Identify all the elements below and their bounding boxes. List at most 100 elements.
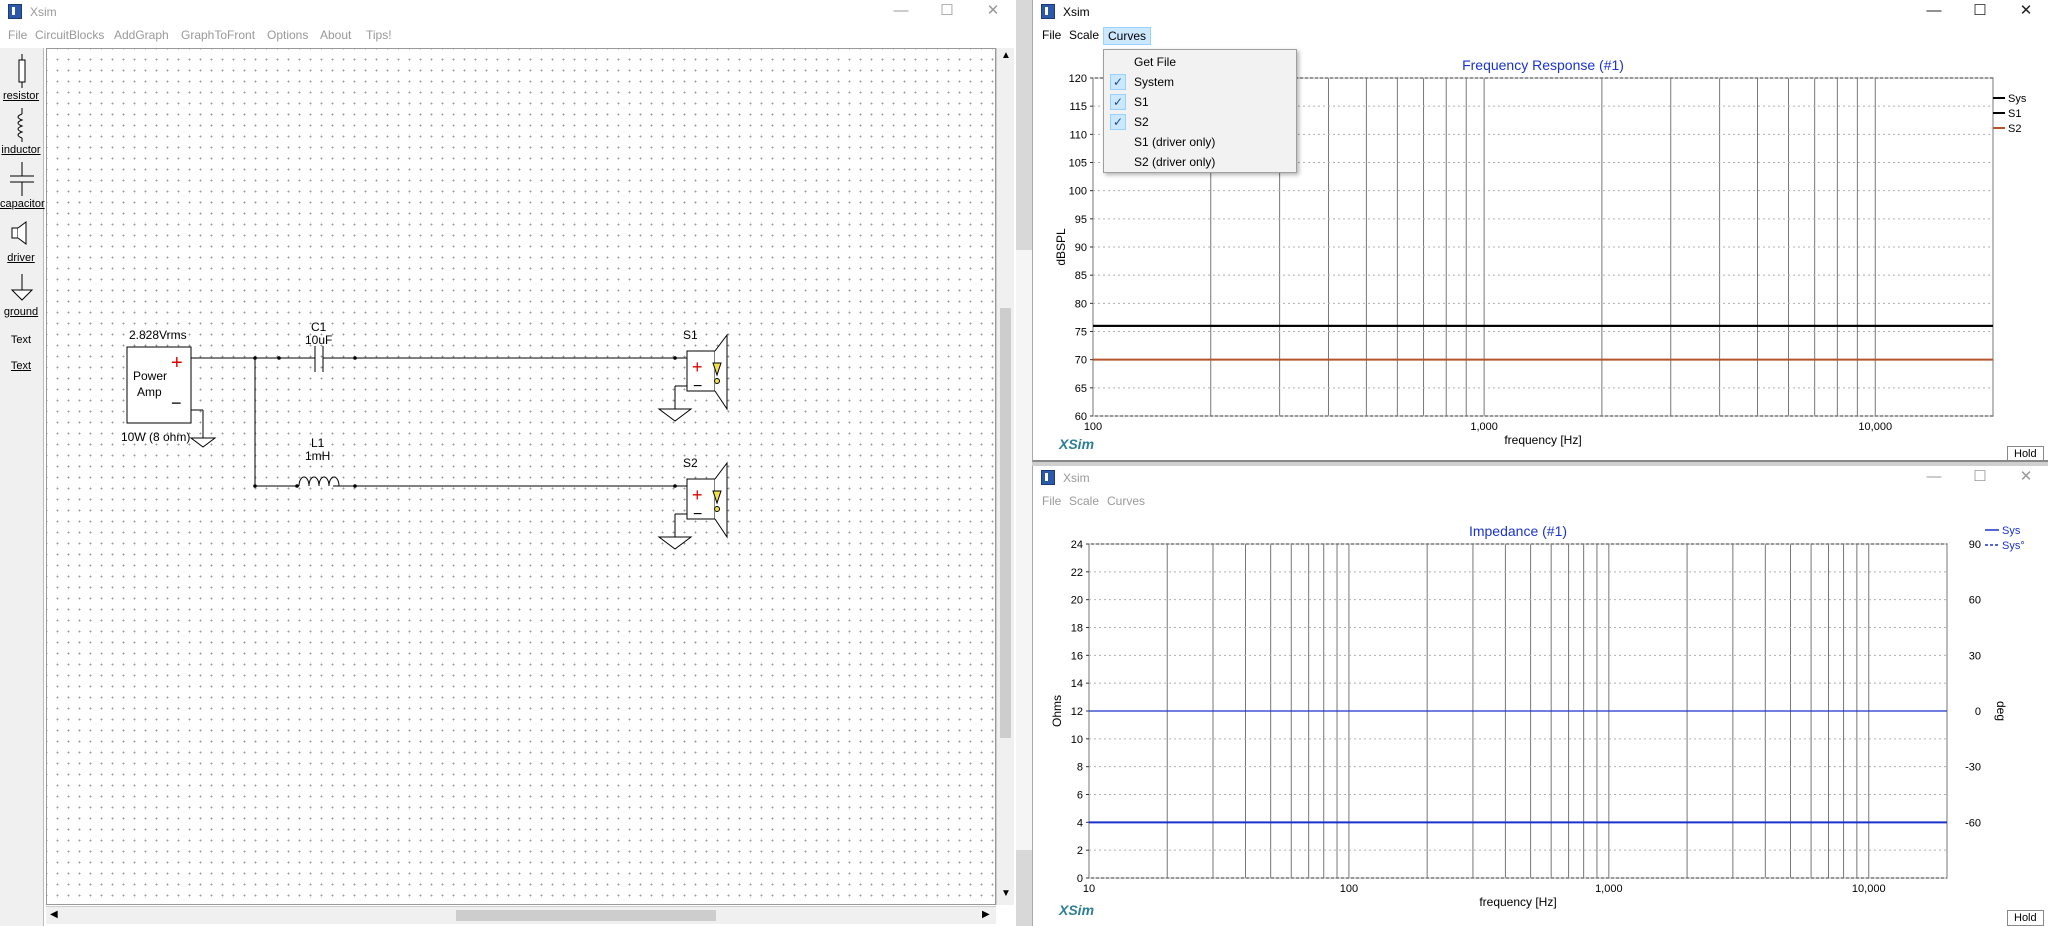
menu-item-label: Get File (1134, 55, 1177, 69)
amp-minus-sign: − (171, 393, 182, 413)
palette-capacitor[interactable]: capacitor (0, 160, 45, 212)
menu-curves[interactable]: Curves (1103, 493, 1149, 509)
y2-tick-label: -30 (1965, 762, 1981, 774)
s1-plus-sign: + (692, 357, 703, 377)
palette-text-tool[interactable]: Text (0, 334, 42, 346)
xsim-logo: XSim (1059, 902, 1095, 918)
c1-value: 10uF (305, 333, 332, 347)
maximize-icon[interactable]: ☐ (1957, 0, 2003, 24)
schematic-menubar: File CircuitBlocks AddGraph GraphToFront… (0, 24, 1016, 46)
menu-scale[interactable]: Scale (1065, 493, 1103, 509)
scroll-up-icon[interactable]: ▲ (1001, 50, 1011, 61)
menu-about[interactable]: About (316, 27, 355, 43)
menu-graphtofront[interactable]: GraphToFront (177, 27, 259, 43)
schematic-canvas[interactable]: 2.828Vrms Power Amp + − 10W (8 ohm) C1 1… (46, 48, 996, 905)
menu-file[interactable]: File (1038, 493, 1065, 509)
amp-name-line1: Power (133, 369, 167, 383)
close-icon[interactable]: ✕ (2003, 466, 2048, 490)
minimize-icon[interactable]: — (1911, 0, 1957, 24)
menu-item-label: S2 (1134, 115, 1149, 129)
x-tick-label: 10,000 (1858, 421, 1892, 433)
menu-options[interactable]: Options (263, 27, 312, 43)
background-window-strip (1016, 250, 1032, 850)
maximize-icon[interactable]: ☐ (924, 0, 970, 24)
menu-file[interactable]: File (4, 27, 31, 43)
palette-driver[interactable]: driver (0, 214, 44, 266)
close-icon[interactable]: ✕ (970, 0, 1016, 24)
hold-button[interactable]: Hold (2007, 446, 2044, 460)
menu-scale[interactable]: Scale (1065, 27, 1103, 43)
legend-label: Sys° (2002, 540, 2025, 552)
menu-item-label: S1 (driver only) (1134, 135, 1216, 149)
y-tick-label: 110 (1069, 129, 1087, 141)
schematic-hscrollbar[interactable]: ◀ ▶ (46, 906, 996, 924)
x-axis-label: frequency [Hz] (1479, 895, 1556, 909)
y2-tick-label: 0 (1975, 706, 1981, 718)
inductor-icon (17, 108, 24, 142)
menu-tips[interactable]: Tips! (362, 27, 396, 43)
scroll-right-icon[interactable]: ▶ (982, 909, 990, 920)
menu-item-system[interactable]: ✓ System (1104, 72, 1296, 92)
schematic-titlebar[interactable]: Xsim — ☐ ✕ (0, 0, 1016, 24)
palette-resistor[interactable]: resistor (0, 52, 44, 104)
menu-item-s2[interactable]: ✓ S2 (1104, 112, 1296, 132)
menu-item-label: S2 (driver only) (1134, 155, 1216, 169)
inductor-l1[interactable] (297, 476, 355, 487)
minimize-icon[interactable]: — (1911, 466, 1957, 490)
driver-icon (11, 221, 27, 245)
component-palette: resistor inductor capacitor driver groun… (0, 48, 45, 926)
y-tick-label: 70 (1075, 355, 1087, 367)
scroll-left-icon[interactable]: ◀ (50, 909, 58, 920)
y-tick-label: 75 (1075, 327, 1087, 339)
y-tick-label: 100 (1069, 186, 1087, 198)
window-title: Xsim (1063, 5, 1090, 19)
capacitor-c1[interactable] (279, 346, 355, 372)
y-tick-label: 115 (1069, 101, 1087, 113)
xsim-logo: XSim (1059, 436, 1095, 452)
palette-label-capacitor: capacitor (0, 198, 45, 210)
menu-item-label: System (1134, 75, 1175, 89)
freq-menubar: File Scale Curves (1033, 24, 2048, 46)
chart-title: Impedance (#1) (1469, 523, 1567, 539)
menu-curves[interactable]: Curves (1103, 27, 1152, 45)
app-icon (1041, 470, 1055, 485)
menu-item-s2-driver-only[interactable]: S2 (driver only) (1104, 152, 1296, 172)
y-tick-label: 85 (1075, 270, 1087, 282)
palette-inductor[interactable]: inductor (0, 106, 44, 158)
palette-label-resistor: resistor (2, 90, 40, 102)
menu-addgraph[interactable]: AddGraph (110, 27, 173, 43)
close-icon[interactable]: ✕ (2003, 0, 2048, 24)
scroll-down-icon[interactable]: ▼ (1001, 888, 1011, 899)
palette-text-tool-2[interactable]: Text (0, 360, 42, 372)
impedance-chart[interactable]: Impedance (#1)02468101214161820222410 100… (1033, 510, 2047, 924)
palette-label-ground: ground (3, 306, 39, 318)
maximize-icon[interactable]: ☐ (1957, 466, 2003, 490)
menu-item-s1[interactable]: ✓ S1 (1104, 92, 1296, 112)
menu-circuitblocks[interactable]: CircuitBlocks (31, 27, 108, 43)
frequency-response-window: Xsim — ☐ ✕ File Scale Curves Frequency R… (1032, 0, 2048, 462)
menu-file[interactable]: File (1038, 27, 1065, 43)
capacitor-icon (10, 162, 34, 196)
imp-titlebar[interactable]: Xsim — ☐ ✕ (1033, 466, 2048, 490)
l1-value: 1mH (305, 449, 330, 463)
vscroll-thumb[interactable] (1000, 308, 1011, 738)
amp-power-label: 10W (8 ohm) (121, 430, 190, 444)
y2-tick-label: 60 (1969, 595, 1981, 607)
palette-ground[interactable]: ground (0, 268, 44, 320)
freq-titlebar[interactable]: Xsim — ☐ ✕ (1033, 0, 2048, 24)
y2-tick-label: 90 (1969, 539, 1981, 551)
y-tick-label: 18 (1071, 623, 1083, 635)
schematic-window: Xsim — ☐ ✕ File CircuitBlocks AddGraph G… (0, 0, 1016, 926)
hold-button[interactable]: Hold (2007, 910, 2044, 926)
schematic-vscrollbar[interactable]: ▲ ▼ (996, 48, 1014, 905)
legend-label: S2 (2008, 123, 2021, 135)
y-axis-label: dBSPL (1054, 228, 1068, 266)
menu-item-s1-driver-only[interactable]: S1 (driver only) (1104, 132, 1296, 152)
x-tick-label: 100 (1340, 883, 1358, 895)
y-tick-label: 95 (1075, 214, 1087, 226)
amp-name-line2: Amp (137, 385, 162, 399)
hscroll-thumb[interactable] (456, 910, 716, 921)
menu-item-get-file[interactable]: Get File (1104, 52, 1296, 72)
window-title: Xsim (30, 5, 57, 19)
minimize-icon[interactable]: — (878, 0, 924, 24)
